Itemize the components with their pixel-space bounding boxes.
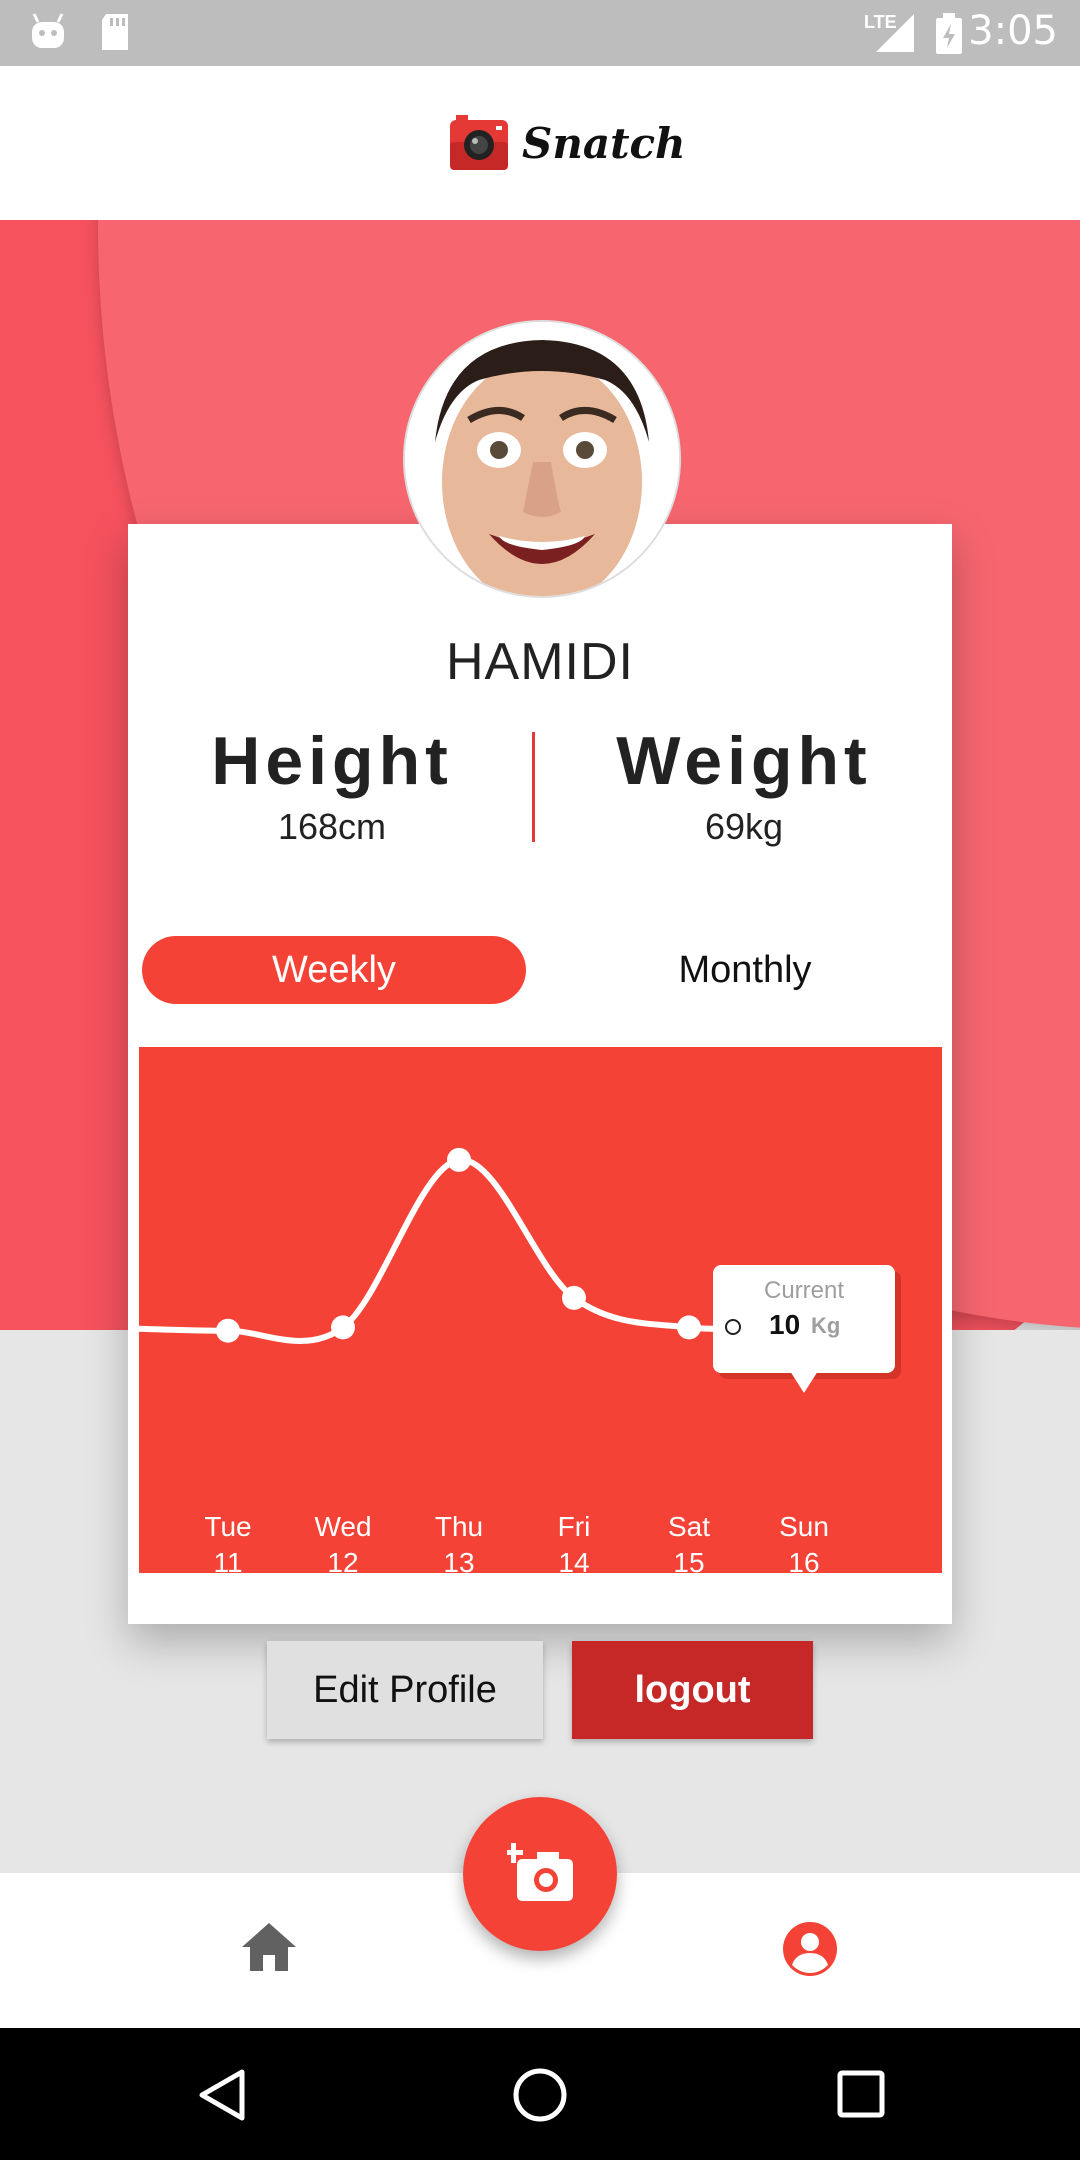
series-line: [139, 1156, 805, 1344]
tab-monthly[interactable]: Monthly: [560, 936, 930, 1004]
android-notification-icon: [32, 13, 64, 48]
data-point-tue[interactable]: [216, 1318, 240, 1343]
x-tick-label: Fri 14: [524, 1509, 624, 1581]
x-tick-date: 11: [213, 1547, 243, 1578]
add-photo-button[interactable]: [463, 1797, 617, 1951]
height-value: 168cm: [277, 806, 387, 847]
weight-label: Weight: [616, 723, 872, 799]
weight-value: 69kg: [704, 806, 784, 847]
brand-logo: Snatch: [448, 110, 686, 176]
app-name: Snatch: [522, 118, 686, 168]
x-tick-label: Tue 11: [178, 1509, 278, 1581]
data-point-fri[interactable]: [562, 1285, 586, 1310]
back-icon[interactable]: [196, 2068, 246, 2122]
x-tick-date: 14: [558, 1547, 590, 1578]
x-tick-label: Thu 13: [409, 1509, 509, 1581]
status-time: 3:05: [968, 8, 1058, 54]
chart-tooltip: Current 10 Kg: [713, 1265, 895, 1373]
account-circle-icon[interactable]: [782, 1921, 838, 1977]
tooltip-pointer: [790, 1371, 818, 1393]
x-tick-day: Fri: [557, 1511, 591, 1542]
x-tick-day: Sun: [779, 1511, 829, 1542]
tooltip-value: 10: [769, 1309, 801, 1340]
height-label: Height: [211, 723, 453, 799]
x-tick-day: Wed: [314, 1511, 372, 1542]
status-bar: LTE 3:05: [0, 0, 1080, 66]
home-circle-icon[interactable]: [512, 2067, 568, 2123]
app-bar: Snatch: [0, 66, 1080, 220]
data-point-wed[interactable]: [331, 1315, 355, 1340]
x-tick-date: 16: [788, 1547, 820, 1578]
x-tick-date: 13: [443, 1547, 475, 1578]
x-tick-label: Wed 12: [293, 1509, 393, 1581]
data-point-sat[interactable]: [677, 1315, 701, 1340]
tooltip-title: Current: [763, 1277, 845, 1304]
battery-charging-icon: [936, 13, 962, 54]
x-tick-day: Thu: [434, 1511, 484, 1542]
x-tick-label: Sat 15: [639, 1509, 739, 1581]
x-tick-day: Tue: [204, 1511, 252, 1542]
home-icon[interactable]: [240, 1921, 298, 1973]
avatar[interactable]: [403, 320, 681, 598]
avatar-face-image: [405, 322, 679, 596]
logout-button[interactable]: logout: [572, 1641, 813, 1739]
profile-name: HAMIDI: [446, 633, 634, 691]
x-tick-date: 12: [327, 1547, 359, 1578]
x-tick-day: Sat: [667, 1511, 711, 1542]
sd-card-icon: [102, 14, 128, 50]
data-point-thu[interactable]: [447, 1147, 471, 1172]
add-photo-icon: [507, 1843, 573, 1901]
edit-profile-button[interactable]: Edit Profile: [267, 1641, 543, 1739]
tooltip-marker-icon: [725, 1319, 741, 1335]
system-navigation-bar: [0, 2028, 1080, 2160]
recents-icon[interactable]: [836, 2069, 886, 2119]
tab-weekly[interactable]: Weekly: [142, 936, 526, 1004]
x-tick-date: 15: [673, 1547, 705, 1578]
stat-divider: [532, 732, 535, 842]
signal-icon: [876, 14, 914, 52]
camera-logo-icon: [450, 115, 508, 170]
x-tick-label: Sun 16: [754, 1509, 854, 1581]
tooltip-unit: Kg: [811, 1313, 841, 1338]
